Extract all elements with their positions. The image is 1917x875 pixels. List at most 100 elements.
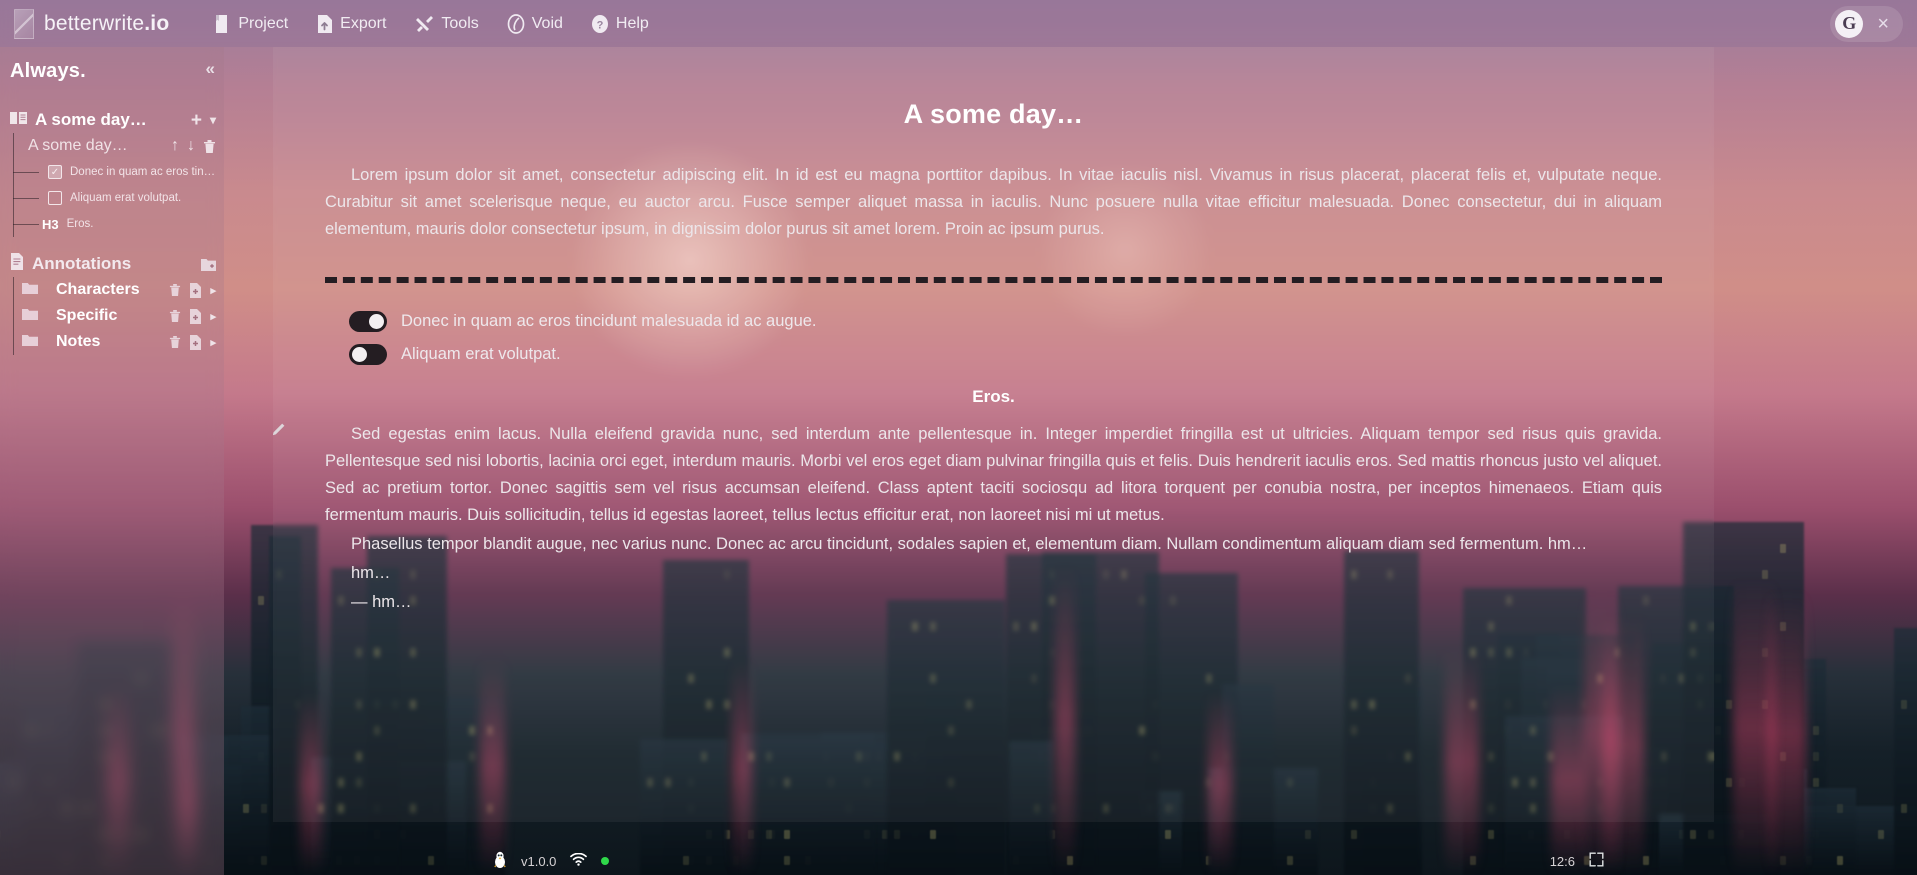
add-folder-icon[interactable] [201, 258, 216, 271]
building-window [784, 830, 791, 839]
close-icon[interactable]: × [1875, 14, 1891, 34]
building-window [1837, 856, 1844, 865]
app-brand: betterwrite.io [14, 8, 169, 39]
fullscreen-icon[interactable] [1589, 852, 1604, 870]
tree-line [13, 133, 14, 159]
sidebar: Always. « A some day… + ▾ A some day… ↑ … [0, 47, 224, 875]
menu-item-export[interactable]: Export [306, 10, 396, 38]
folder-label: Notes [56, 333, 101, 350]
page-name-label: A some day… [28, 137, 128, 154]
project-name-label: A some day… [35, 110, 147, 129]
void-circle-icon [507, 13, 525, 34]
sidebar-collapse-icon[interactable]: « [206, 59, 216, 79]
checkbox-icon[interactable] [48, 191, 62, 205]
cursor-position: 12:6 [1549, 853, 1575, 869]
svg-text:?: ? [597, 19, 604, 31]
project-tree: A some day… + ▾ A some day… ↑ ↓ ✓ Donec … [0, 107, 224, 237]
paragraph[interactable]: Phasellus tempor blandit augue, nec vari… [325, 531, 1662, 558]
toggle-knob [369, 314, 384, 329]
entity-label: Donec in quam ac eros tin… [70, 166, 216, 178]
checkbox-icon[interactable]: ✓ [48, 165, 62, 179]
document-body[interactable]: A some day… Lorem ipsum dolor sit amet, … [273, 47, 1714, 616]
building-window [1761, 570, 1768, 579]
folder-label: Characters [56, 281, 140, 298]
sidebar-item-notes[interactable]: Notes ▸ [0, 329, 224, 355]
building-window [1812, 726, 1819, 735]
folder-actions: ▸ [169, 282, 216, 298]
paragraph-gutter-actions [273, 423, 285, 437]
sidebar-item-project[interactable]: A some day… + ▾ [0, 107, 224, 133]
entity-label: Eros. [66, 218, 94, 230]
menu-item-tools[interactable]: Tools [404, 10, 488, 38]
delete-icon[interactable] [169, 335, 181, 349]
tree-branch [13, 224, 39, 225]
brand-suffix: .io [144, 11, 170, 35]
paragraph[interactable]: — hm… [325, 589, 1662, 616]
menu-item-void-label: Void [531, 14, 563, 32]
paragraph[interactable]: Sed egestas enim lacus. Nulla eleifend g… [325, 421, 1662, 529]
app-version: v1.0.0 [521, 853, 557, 869]
delete-icon[interactable] [203, 139, 216, 154]
list-item[interactable]: ✓ Donec in quam ac eros tin… [0, 159, 224, 185]
building-window [1707, 830, 1714, 839]
menu-item-tools-label: Tools [441, 14, 479, 32]
toggle-switch-off[interactable] [349, 344, 387, 365]
expand-icon[interactable]: ▸ [210, 336, 216, 349]
building-window [261, 804, 268, 813]
sidebar-item-characters[interactable]: Characters ▸ [0, 277, 224, 303]
menu-item-void[interactable]: Void [497, 10, 573, 38]
annotations-actions [201, 258, 216, 271]
expand-icon[interactable]: ▸ [210, 310, 216, 323]
delete-icon[interactable] [169, 283, 181, 297]
toggle-knob [352, 347, 367, 362]
building [1893, 627, 1917, 875]
list-item[interactable]: H3 Eros. [0, 211, 224, 237]
move-up-icon[interactable]: ↑ [171, 137, 179, 155]
logo-mark-icon [14, 8, 34, 39]
heading-level-tag: H3 [42, 216, 59, 232]
annotations-label: Annotations [32, 254, 132, 273]
building-window [1725, 700, 1732, 709]
sidebar-item-annotations[interactable]: Annotations [0, 251, 224, 277]
menu-item-project[interactable]: Project [203, 10, 298, 38]
add-file-icon[interactable] [189, 282, 202, 298]
toggle-switch-on[interactable] [349, 311, 387, 332]
checkbox-row[interactable]: Aliquam erat volutpat. [349, 344, 1662, 365]
paragraph[interactable]: hm… [325, 560, 1662, 587]
move-down-icon[interactable]: ↓ [187, 137, 195, 155]
page-title: A some day… [903, 99, 1084, 129]
tree-line [13, 329, 14, 355]
status-left-group: v1.0.0 [493, 851, 610, 871]
window-controls: G × [1830, 5, 1903, 42]
checkbox-label: Donec in quam ac eros tincidunt malesuad… [401, 312, 817, 330]
brand-prefix: betterwrite [44, 11, 145, 35]
paragraph[interactable]: Lorem ipsum dolor sit amet, consectetur … [325, 162, 1662, 243]
sidebar-item-specific[interactable]: Specific ▸ [0, 303, 224, 329]
chevron-down-icon[interactable]: ▾ [210, 113, 216, 127]
editor-pane[interactable]: A some day… Lorem ipsum dolor sit amet, … [273, 47, 1714, 822]
add-file-icon[interactable] [189, 308, 202, 324]
expand-icon[interactable]: ▸ [210, 284, 216, 297]
wifi-icon [570, 852, 588, 869]
brand-name: betterwrite.io [44, 12, 169, 36]
list-item[interactable]: Aliquam erat volutpat. [0, 185, 224, 211]
building-window [1779, 544, 1786, 553]
delete-icon[interactable] [169, 309, 181, 323]
add-page-icon[interactable]: + [191, 111, 202, 130]
paragraph-block: Sed egestas enim lacus. Nulla eleifend g… [273, 421, 1662, 529]
folder-icon [22, 281, 38, 299]
add-file-icon[interactable] [189, 334, 202, 350]
building-window [894, 830, 901, 839]
checkbox-row[interactable]: Donec in quam ac eros tincidunt malesuad… [349, 311, 1662, 332]
status-bar: v1.0.0 12:6 [273, 847, 1714, 875]
menu-item-project-label: Project [238, 14, 289, 32]
building-window [1304, 830, 1311, 839]
account-avatar[interactable]: G [1835, 9, 1864, 38]
menu-item-export-label: Export [340, 14, 387, 32]
building-window [1900, 804, 1907, 813]
building-window [1812, 778, 1819, 787]
sidebar-item-page[interactable]: A some day… ↑ ↓ [0, 133, 224, 159]
tree-branch [13, 172, 39, 173]
pencil-edit-icon[interactable] [273, 423, 285, 437]
menu-item-help[interactable]: ? Help [581, 10, 659, 38]
